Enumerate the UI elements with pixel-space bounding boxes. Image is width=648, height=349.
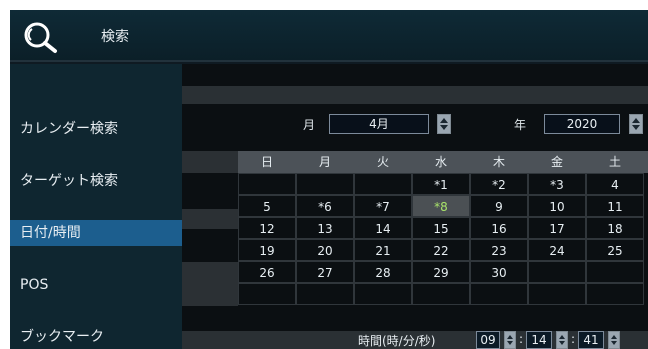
calendar-day[interactable]: 30: [470, 261, 528, 283]
chevron-down-icon: [507, 341, 513, 345]
year-label: 年: [514, 118, 527, 132]
calendar-day[interactable]: 20: [296, 239, 354, 261]
calendar-day[interactable]: 13: [296, 217, 354, 239]
chevron-down-icon: [440, 125, 448, 130]
sidebar-item-pos[interactable]: POS: [10, 272, 182, 298]
calendar-day[interactable]: 14: [354, 217, 412, 239]
calendar-day[interactable]: 28: [354, 261, 412, 283]
time-bar: 時間(時/分/秒) 09 : 14 : 41: [182, 331, 648, 349]
calendar-day[interactable]: 23: [470, 239, 528, 261]
calendar-day[interactable]: *6: [296, 195, 354, 217]
second-field[interactable]: 41: [578, 331, 604, 349]
sidebar-item-label: POS: [20, 277, 49, 293]
second-stepper[interactable]: [608, 331, 620, 349]
weekday-sun: 日: [260, 155, 273, 169]
hour-field[interactable]: 09: [476, 331, 500, 349]
calendar-day[interactable]: *2: [470, 173, 528, 195]
calendar-empty-cell: [470, 283, 528, 305]
weekday-wed: 水: [434, 155, 447, 169]
calendar-empty-cell: [528, 261, 586, 283]
calendar-empty-cell: [586, 283, 644, 305]
calendar-day[interactable]: 15: [412, 217, 470, 239]
sidebar-item-label: 日付/時間: [20, 225, 81, 241]
sidebar-item-bookmark[interactable]: ブックマーク: [10, 324, 182, 349]
calendar-day[interactable]: 11: [586, 195, 644, 217]
calendar-day[interactable]: 9: [470, 195, 528, 217]
calendar-day[interactable]: *8: [412, 195, 470, 217]
calendar-empty-cell: [238, 283, 296, 305]
calendar-day[interactable]: *1: [412, 173, 470, 195]
calendar-day[interactable]: 27: [296, 261, 354, 283]
chevron-down-icon: [611, 341, 617, 345]
row-stripe: [182, 284, 238, 306]
calendar-empty-cell: [528, 283, 586, 305]
calendar-empty-cell: [586, 261, 644, 283]
calendar-day[interactable]: 22: [412, 239, 470, 261]
calendar-day[interactable]: 16: [470, 217, 528, 239]
hour-stepper[interactable]: [504, 331, 516, 349]
header-bar: 検索: [10, 10, 648, 62]
calendar-day[interactable]: 10: [528, 195, 586, 217]
top-bar: [182, 86, 648, 104]
calendar-empty-cell: [354, 173, 412, 195]
month-label: 月: [303, 118, 316, 132]
weekday-sat: 土: [608, 155, 621, 169]
calendar-day[interactable]: 29: [412, 261, 470, 283]
search-window: 検索 カレンダー検索 ターゲット検索 日付/時間 POS ブックマーク 月 4月…: [10, 10, 648, 349]
chevron-down-icon: [632, 125, 640, 130]
calendar-grid: 日 月 火 水 木 金 土 *1 *2 *3 4 5 *6 *7 *8 9 10 11 12 13 14 1…: [238, 151, 648, 349]
calendar-day[interactable]: 17: [528, 217, 586, 239]
sidebar: カレンダー検索 ターゲット検索 日付/時間 POS ブックマーク: [10, 64, 182, 349]
time-label: 時間(時/分/秒): [358, 334, 436, 348]
chevron-up-icon: [440, 118, 448, 123]
calendar-empty-cell: [412, 283, 470, 305]
calendar-day[interactable]: 18: [586, 217, 644, 239]
chevron-up-icon: [632, 118, 640, 123]
search-icon: [22, 20, 62, 54]
calendar-day[interactable]: 21: [354, 239, 412, 261]
page-title: 検索: [101, 29, 129, 45]
chevron-down-icon: [559, 341, 565, 345]
row-stripe: [182, 151, 238, 173]
month-field[interactable]: 4月: [329, 114, 429, 134]
calendar-day[interactable]: 26: [238, 261, 296, 283]
weekday-fri: 金: [550, 155, 563, 169]
sidebar-item-target-search[interactable]: ターゲット検索: [10, 168, 182, 194]
chevron-up-icon: [611, 335, 617, 339]
month-stepper[interactable]: [437, 114, 451, 134]
main-panel: 月 4月 年 2020 日 月 火 水 木 金 土 *1 *2 *3 4 5 *6 *7 *8…: [182, 64, 648, 349]
calendar-day[interactable]: *3: [528, 173, 586, 195]
time-separator: :: [519, 332, 524, 346]
calendar-day[interactable]: 4: [586, 173, 644, 195]
calendar-day[interactable]: 5: [238, 195, 296, 217]
weekday-mon: 月: [318, 155, 331, 169]
sidebar-item-label: ブックマーク: [20, 329, 104, 345]
year-stepper[interactable]: [629, 114, 643, 134]
calendar-empty-cell: [238, 173, 296, 195]
sidebar-item-calendar-search[interactable]: カレンダー検索: [10, 116, 182, 142]
row-stripe: [182, 209, 238, 229]
chevron-up-icon: [507, 335, 513, 339]
row-stripe: [182, 262, 238, 284]
calendar-empty-cell: [296, 283, 354, 305]
time-separator: :: [571, 332, 576, 346]
weekday-thu: 木: [492, 155, 505, 169]
weekday-tue: 火: [376, 155, 389, 169]
calendar-day[interactable]: 12: [238, 217, 296, 239]
sidebar-item-label: ターゲット検索: [20, 173, 118, 189]
calendar-day[interactable]: 25: [586, 239, 644, 261]
calendar-day[interactable]: *7: [354, 195, 412, 217]
chevron-up-icon: [559, 335, 565, 339]
minute-field[interactable]: 14: [526, 331, 552, 349]
calendar-day[interactable]: 24: [528, 239, 586, 261]
minute-stepper[interactable]: [556, 331, 568, 349]
calendar-empty-cell: [296, 173, 354, 195]
calendar-empty-cell: [354, 283, 412, 305]
sidebar-item-label: カレンダー検索: [20, 121, 118, 137]
sidebar-item-date-time[interactable]: 日付/時間: [10, 220, 182, 246]
year-field[interactable]: 2020: [544, 114, 620, 134]
calendar-day[interactable]: 19: [238, 239, 296, 261]
